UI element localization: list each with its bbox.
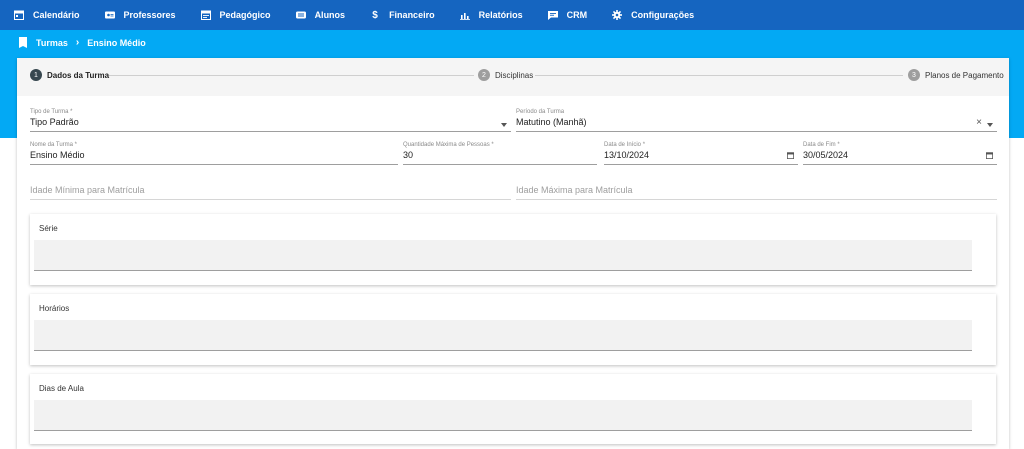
field-label: Nome da Turma *: [30, 142, 78, 148]
horarios-select[interactable]: [34, 320, 972, 351]
calendar-icon[interactable]: [786, 152, 795, 161]
step-label: Dados da Turma: [47, 70, 110, 80]
calendar-note-icon: [200, 9, 212, 21]
field-underline: [604, 164, 798, 165]
nav-item-label: Configurações: [631, 10, 695, 20]
breadcrumb-root[interactable]: Turmas: [36, 38, 68, 48]
chevron-down-icon: [501, 120, 507, 129]
calendar-icon[interactable]: [985, 152, 994, 161]
horarios-panel: Horários: [30, 294, 996, 365]
nav-item-professores[interactable]: Professores: [104, 9, 176, 21]
nav-item-label: Professores: [123, 10, 176, 20]
step-planos-pagamento[interactable]: 3 Planos de Pagamento: [908, 69, 1004, 81]
step-label: Planos de Pagamento: [925, 70, 1004, 80]
top-navbar: Calendário Professores Pedagógico Alunos…: [0, 0, 1024, 30]
chevron-down-icon: [987, 120, 993, 129]
chevron-right-icon: ›: [75, 37, 80, 48]
chat-icon: [547, 9, 559, 21]
dias-aula-select[interactable]: [34, 400, 972, 431]
field-underline: [30, 199, 511, 200]
field-label: Período da Turma: [516, 109, 565, 115]
field-underline: [516, 131, 997, 132]
field-underline: [30, 131, 511, 132]
nav-item-label: Calendário: [33, 10, 80, 20]
field-value: Ensino Médio: [30, 150, 85, 160]
step-number: 3: [908, 69, 920, 81]
form-card: 1 Dados da Turma 2 Disciplinas 3 Planos …: [17, 58, 1009, 449]
nome-turma-input[interactable]: Nome da Turma * Ensino Médio: [30, 142, 398, 165]
field-value: Matutino (Manhã): [516, 117, 587, 127]
nav-item-pedagogico[interactable]: Pedagógico: [200, 9, 271, 21]
panel-title: Dias de Aula: [39, 384, 84, 393]
field-underline: [516, 199, 997, 200]
dias-aula-panel: Dias de Aula: [30, 374, 996, 444]
nav-item-label: Pedagógico: [219, 10, 271, 20]
serie-select[interactable]: [34, 240, 972, 271]
tipo-turma-select[interactable]: Tipo de Turma * Tipo Padrão: [30, 109, 511, 132]
field-value: 30/05/2024: [803, 150, 849, 160]
step-disciplinas[interactable]: 2 Disciplinas: [478, 69, 533, 81]
field-underline: [403, 164, 597, 165]
field-label: Data de Início *: [604, 142, 646, 148]
nav-item-financeiro[interactable]: $ Financeiro: [369, 9, 435, 21]
field-value: Tipo Padrão: [30, 117, 79, 127]
step-connector: [109, 75, 474, 76]
chart-icon: [459, 9, 471, 21]
field-label: Quantidade Máxima de Pessoas *: [403, 142, 494, 148]
nav-item-alunos[interactable]: Alunos: [295, 9, 346, 21]
students-icon: [295, 9, 307, 21]
nav-item-label: CRM: [566, 10, 588, 20]
periodo-turma-select[interactable]: Período da Turma Matutino (Manhã) ×: [516, 109, 997, 132]
panel-title: Horários: [39, 304, 70, 313]
field-placeholder: Idade Mínima para Matrícula: [30, 185, 145, 195]
field-label: Data de Fim *: [803, 142, 840, 148]
dollar-icon: $: [372, 9, 378, 21]
step-number: 2: [478, 69, 490, 81]
breadcrumb-current: Ensino Médio: [87, 37, 146, 48]
stepper: 1 Dados da Turma 2 Disciplinas 3 Planos …: [17, 58, 1009, 96]
breadcrumb: Turmas › Ensino Médio: [18, 37, 146, 48]
nav-item-label: Alunos: [314, 10, 346, 20]
field-value: 13/10/2024: [604, 150, 650, 160]
serie-panel: Série: [30, 214, 996, 285]
field-placeholder: Idade Máxima para Matrícula: [516, 185, 633, 195]
gear-icon: [611, 9, 623, 21]
nav-item-relatorios[interactable]: Relatórios: [459, 9, 523, 21]
book-icon: [19, 37, 27, 48]
field-underline: [803, 164, 997, 165]
step-connector: [535, 75, 903, 76]
step-label: Disciplinas: [495, 70, 534, 80]
data-fim-input[interactable]: Data de Fim * 30/05/2024: [803, 142, 997, 165]
panel-title: Série: [39, 224, 58, 233]
nav-item-label: Relatórios: [478, 10, 523, 20]
field-underline: [30, 164, 398, 165]
field-label: Tipo de Turma *: [30, 109, 73, 115]
idade-maxima-input[interactable]: Idade Máxima para Matrícula: [516, 185, 997, 200]
clear-icon[interactable]: ×: [976, 117, 982, 128]
data-inicio-input[interactable]: Data de Início * 13/10/2024: [604, 142, 798, 165]
nav-item-label: Financeiro: [389, 10, 435, 20]
nav-item-calendario[interactable]: Calendário: [13, 9, 80, 21]
step-dados-turma[interactable]: 1 Dados da Turma: [30, 69, 109, 81]
field-value: 30: [403, 150, 414, 160]
nav-item-configuracoes[interactable]: Configurações: [611, 9, 694, 21]
calendar-icon: [13, 9, 25, 21]
quantidade-maxima-input[interactable]: Quantidade Máxima de Pessoas * 30: [403, 142, 597, 165]
id-card-icon: [104, 9, 116, 21]
step-number: 1: [30, 69, 42, 81]
idade-minima-input[interactable]: Idade Mínima para Matrícula: [30, 185, 511, 200]
nav-item-crm[interactable]: CRM: [547, 9, 588, 21]
